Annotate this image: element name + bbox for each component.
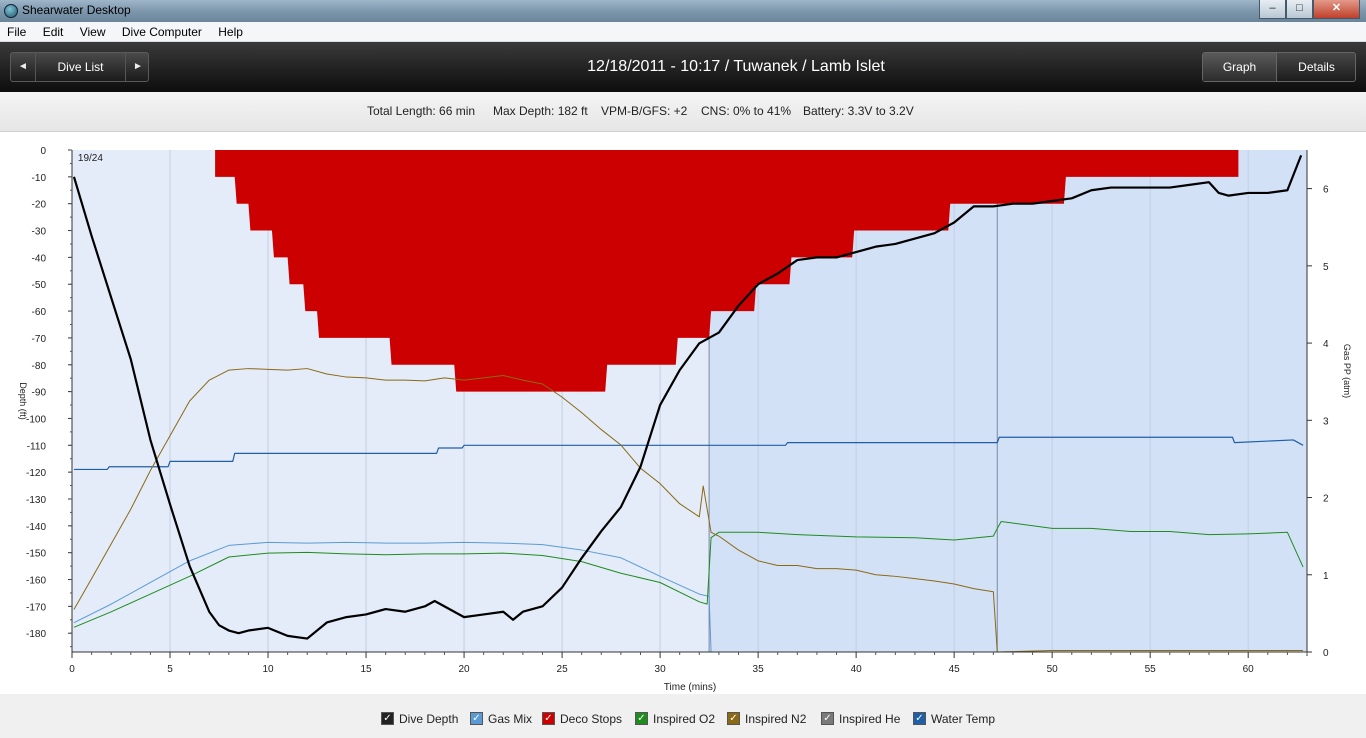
x-tick-label: 55 <box>1145 664 1157 675</box>
y-tick-label: -90 <box>32 388 47 399</box>
battery: Battery: 3.3V to 3.2V <box>803 104 914 118</box>
y2-tick-label: 5 <box>1323 262 1329 273</box>
gas-mix-checkbox[interactable]: ✓ <box>470 712 483 725</box>
y2-tick-label: 2 <box>1323 494 1329 505</box>
details-tab[interactable]: Details <box>1278 53 1355 81</box>
gas-switch-label: 19/24 <box>78 153 103 164</box>
inspired-he-checkbox[interactable]: ✓ <box>821 712 834 725</box>
y-tick-label: -110 <box>27 441 47 452</box>
y-tick-label: -40 <box>32 253 47 264</box>
dive-profile-chart: 19/2450/0099/000-10-20-30-40-50-60-70-80… <box>0 132 1366 694</box>
y2-tick-label: 1 <box>1323 571 1329 582</box>
y-tick-label: -150 <box>26 549 46 560</box>
x-tick-label: 25 <box>557 664 569 675</box>
menu-dive-computer[interactable]: Dive Computer <box>115 22 208 39</box>
dive-depth-checkbox[interactable]: ✓ <box>381 712 394 725</box>
maximize-button[interactable]: □ <box>1286 0 1313 19</box>
y2-tick-label: 0 <box>1323 648 1329 659</box>
dive-profile-svg: 19/2450/0099/000-10-20-30-40-50-60-70-80… <box>18 146 1352 693</box>
x-tick-label: 5 <box>167 664 173 675</box>
y-tick-label: -160 <box>26 576 46 587</box>
window-titlebar: Shearwater Desktop – □ ✕ <box>0 0 1366 22</box>
total-length: Total Length: 66 min <box>367 104 476 118</box>
deco-stops-checkbox[interactable]: ✓ <box>542 712 555 725</box>
dive-summary-bar: Total Length: 66 min Max Depth: 182 ft V… <box>0 92 1366 132</box>
y-tick-label: -50 <box>32 280 47 291</box>
x-tick-label: 30 <box>655 664 667 675</box>
y2-tick-label: 6 <box>1323 185 1329 196</box>
y-tick-label: -60 <box>32 307 47 318</box>
x-tick-label: 60 <box>1243 664 1255 675</box>
legend-label: Inspired N2 <box>745 712 807 726</box>
legend-label: Dive Depth <box>399 712 459 726</box>
x-tick-label: 40 <box>851 664 863 675</box>
y-tick-label: -170 <box>26 602 46 613</box>
window-title: Shearwater Desktop <box>22 3 131 17</box>
inspired-o2-checkbox[interactable]: ✓ <box>635 712 648 725</box>
max-depth: Max Depth: 182 ft <box>493 104 588 118</box>
y-tick-label: -100 <box>26 414 46 425</box>
legend-bar: ✓ Dive Depth ✓ Gas Mix ✓ Deco Stops ✓ In… <box>0 694 1366 738</box>
menu-help[interactable]: Help <box>211 22 249 39</box>
x-tick-label: 50 <box>1047 664 1059 675</box>
legend-label: Deco Stops <box>560 712 623 726</box>
legend-label: Inspired O2 <box>653 712 716 726</box>
y-tick-label: -80 <box>32 361 47 372</box>
y-tick-label: -20 <box>32 200 47 211</box>
x-tick-label: 35 <box>753 664 765 675</box>
x-tick-label: 45 <box>949 664 961 675</box>
x-tick-label: 0 <box>69 664 75 675</box>
menu-view[interactable]: View <box>73 22 112 39</box>
cns: CNS: 0% to 41% <box>701 104 792 118</box>
x-tick-label: 15 <box>360 664 372 675</box>
legend-label: Water Temp <box>931 712 996 726</box>
y-tick-label: -140 <box>26 522 46 533</box>
view-switcher: Graph Details <box>1202 52 1356 82</box>
menu-file[interactable]: File <box>0 22 32 39</box>
menu-edit[interactable]: Edit <box>36 22 70 39</box>
graph-tab[interactable]: Graph <box>1203 53 1277 81</box>
legend-label: Gas Mix <box>488 712 533 726</box>
y-tick-label: -120 <box>26 468 46 479</box>
dive-title: 12/18/2011 - 10:17 / Tuwanek / Lamb Isle… <box>587 58 885 75</box>
legend-label: Inspired He <box>839 712 901 726</box>
app-globe-icon <box>4 4 18 18</box>
inspired-n2-checkbox[interactable]: ✓ <box>727 712 740 725</box>
y-tick-label: -180 <box>26 629 46 640</box>
y2-axis-label: Gas PP (atm) <box>1342 344 1352 398</box>
y-tick-label: -70 <box>32 334 47 345</box>
y-tick-label: -30 <box>32 227 47 238</box>
y-axis-label: Depth (ft) <box>18 382 28 420</box>
minimize-button[interactable]: – <box>1259 0 1286 19</box>
y2-tick-label: 3 <box>1323 416 1329 427</box>
x-tick-label: 20 <box>459 664 471 675</box>
y2-tick-label: 4 <box>1323 339 1329 350</box>
water-temp-checkbox[interactable]: ✓ <box>913 712 926 725</box>
y-tick-label: -10 <box>32 173 47 184</box>
close-button[interactable]: ✕ <box>1313 0 1360 19</box>
x-tick-label: 10 <box>262 664 274 675</box>
menubar: File Edit View Dive Computer Help <box>0 22 1366 42</box>
conservatism: VPM-B/GFS: +2 <box>601 104 688 118</box>
y-tick-label: -130 <box>26 495 46 506</box>
x-axis-label: Time (mins) <box>664 682 716 693</box>
y-tick-label: 0 <box>40 146 46 157</box>
